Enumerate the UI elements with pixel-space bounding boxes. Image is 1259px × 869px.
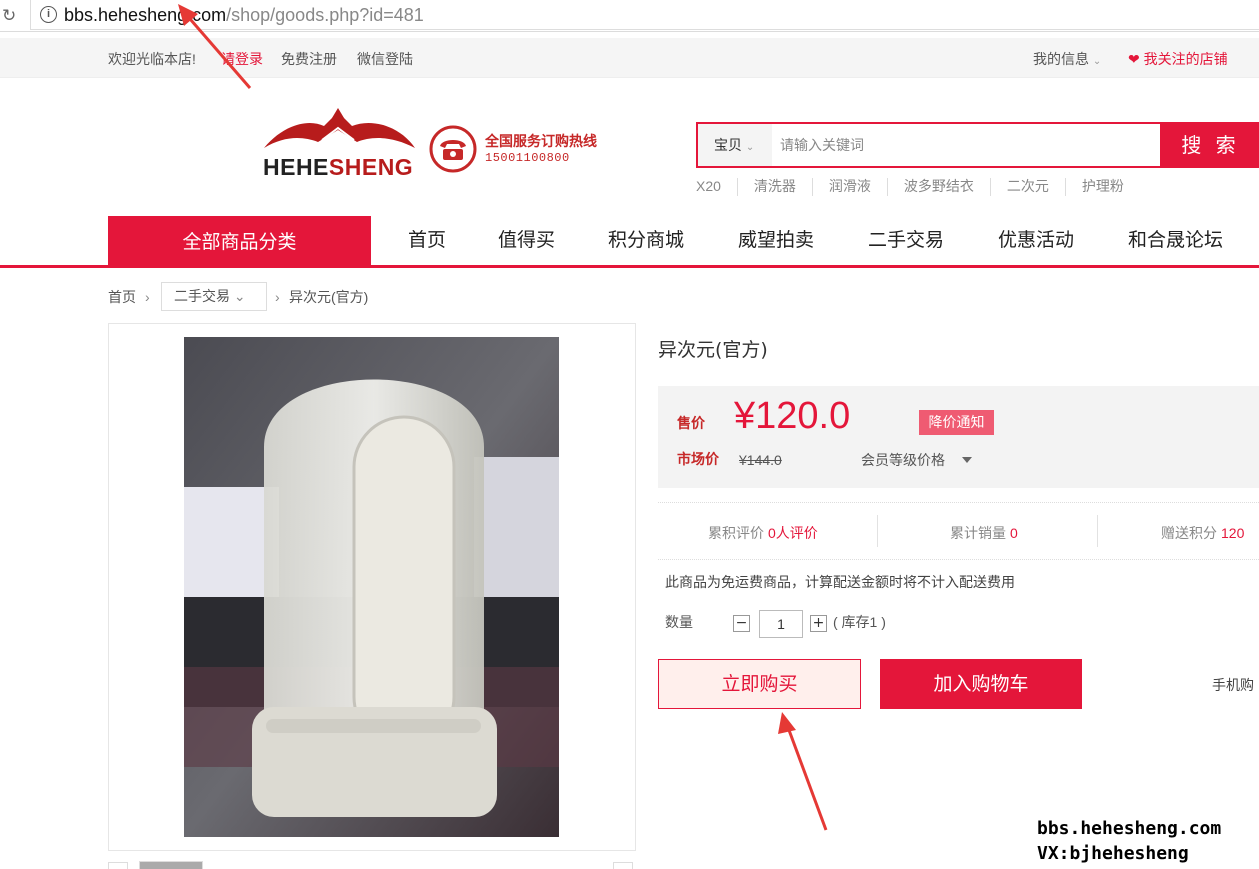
market-price-value: ¥144.0 [739, 452, 782, 468]
nav-item-promotions[interactable]: 优惠活动 [998, 216, 1074, 265]
stat-sales-value: 0 [1010, 525, 1018, 541]
chevron-right-icon: › [275, 289, 280, 305]
price-value: ¥120.0 [734, 395, 851, 437]
nav-item-home[interactable]: 首页 [408, 216, 446, 265]
chevron-right-icon: › [145, 289, 150, 305]
all-categories-button[interactable]: 全部商品分类 [108, 216, 371, 265]
quantity-input[interactable] [759, 610, 803, 638]
heart-icon: ❤ [1128, 51, 1140, 67]
caret-down-icon [962, 457, 972, 463]
search-input[interactable] [772, 124, 1160, 166]
main-nav: 全部商品分类 首页 值得买 积分商城 威望拍卖 二手交易 优惠活动 和合晟论坛 [0, 216, 1259, 268]
thumbnail-prev-button[interactable] [108, 862, 128, 869]
annotation-arrow-buy [784, 721, 828, 831]
quantity-decrease-button[interactable]: − [733, 615, 750, 632]
price-label: 售价 [677, 415, 705, 431]
stat-sales: 累计销量 0 [950, 524, 1018, 542]
watermark-contact: VX:bjhehesheng [1037, 843, 1189, 864]
product-stats: 累积评价 0人评价 累计销量 0 赠送积分 120 [658, 502, 1259, 560]
browser-address-bar: ↻ i bbs.hehesheng.com/shop/goods.php?id=… [0, 0, 1259, 32]
register-link[interactable]: 免费注册 [281, 49, 337, 69]
breadcrumb-category-dropdown[interactable]: 二手交易 ⌄ [161, 282, 267, 311]
stat-points-label: 赠送积分 [1161, 525, 1217, 541]
nav-item-auction[interactable]: 威望拍卖 [738, 216, 814, 265]
reload-icon[interactable]: ↻ [2, 6, 22, 26]
followed-shops-label: 我关注的店铺 [1143, 51, 1228, 67]
my-info-menu[interactable]: 我的信息 ⌄ [1033, 49, 1101, 69]
hot-keyword[interactable]: 清洗器 [736, 178, 812, 196]
top-strip: 欢迎光临本店! 请登录 免费注册 微信登陆 我的信息 ⌄ ❤ 我关注的店铺 [0, 38, 1259, 78]
stock-info: ( 库存1 ) [833, 614, 886, 630]
hotline-number: 15001100800 [485, 151, 570, 165]
login-link[interactable]: 请登录 [221, 49, 263, 69]
quantity-label: 数量 [665, 614, 693, 630]
breadcrumb-current: 异次元(官方) [289, 289, 369, 305]
nav-item-points-mall[interactable]: 积分商城 [608, 216, 684, 265]
followed-shops-link[interactable]: ❤ 我关注的店铺 [1128, 49, 1228, 69]
stat-divider [1097, 515, 1098, 547]
add-to-cart-button[interactable]: 加入购物车 [880, 659, 1082, 709]
thumbnail-image[interactable] [139, 861, 203, 869]
stat-reviews-value[interactable]: 0人评价 [768, 525, 818, 541]
mobile-buy-link[interactable]: 手机购 [1212, 676, 1254, 694]
nav-item-second-hand[interactable]: 二手交易 [868, 216, 944, 265]
url-text[interactable]: bbs.hehesheng.com/shop/goods.php?id=481 [64, 3, 424, 27]
hot-keywords: X20 清洗器 润滑液 波多野结衣 二次元 护理粉 [696, 178, 1140, 196]
watermark-site: bbs.hehesheng.com [1037, 818, 1222, 839]
search-bar: 宝贝 ⌄ 搜 索 [696, 122, 1259, 168]
shipping-note: 此商品为免运费商品，计算配送金额时将不计入配送费用 [665, 574, 1015, 590]
member-price-dropdown[interactable]: 会员等级价格 [861, 451, 945, 469]
price-alert-button[interactable]: 降价通知 [919, 410, 994, 435]
product-title: 异次元(官方) [658, 339, 768, 361]
breadcrumb-home[interactable]: 首页 [108, 288, 136, 306]
search-button[interactable]: 搜 索 [1160, 122, 1259, 168]
wechat-login-link[interactable]: 微信登陆 [357, 49, 413, 69]
stat-points-value: 120 [1221, 525, 1245, 541]
quantity-increase-button[interactable]: + [810, 615, 827, 632]
welcome-text: 欢迎光临本店! [108, 51, 196, 67]
stat-points: 赠送积分 120 [1161, 524, 1244, 542]
hot-keyword[interactable]: 护理粉 [1064, 178, 1140, 196]
nav-item-forum[interactable]: 和合晟论坛 [1128, 216, 1223, 265]
search-scope-label: 宝贝 [714, 137, 742, 153]
stat-divider [877, 515, 878, 547]
logo-wordmark: HEHESHENG [263, 154, 414, 180]
search-scope-select[interactable]: 宝贝 ⌄ [698, 124, 772, 166]
stat-reviews-label: 累积评价 [708, 525, 764, 541]
nav-item-deals[interactable]: 值得买 [498, 216, 555, 265]
product-photo[interactable] [184, 337, 559, 837]
hot-keyword[interactable]: 二次元 [989, 178, 1065, 196]
hot-keyword[interactable]: 波多野结衣 [886, 178, 990, 196]
site-info-icon[interactable]: i [40, 6, 57, 23]
stat-sales-label: 累计销量 [950, 525, 1006, 541]
market-price-label: 市场价 [677, 451, 719, 467]
my-info-label: 我的信息 [1033, 51, 1089, 67]
chevron-down-icon: ⌄ [745, 142, 755, 153]
phone-icon [429, 125, 477, 173]
buy-now-button[interactable]: 立即购买 [658, 659, 861, 709]
stat-reviews: 累积评价 0人评价 [708, 524, 818, 542]
breadcrumb-category: 二手交易 [174, 288, 230, 304]
chevron-down-icon: ⌄ [1092, 56, 1102, 67]
hot-keyword[interactable]: X20 [696, 178, 737, 196]
hotline-title: 全国服务订购热线 [485, 133, 597, 149]
thumbnail-next-button[interactable] [613, 862, 633, 869]
chevron-down-icon: ⌄ [233, 288, 246, 304]
hot-keyword[interactable]: 润滑液 [811, 178, 887, 196]
